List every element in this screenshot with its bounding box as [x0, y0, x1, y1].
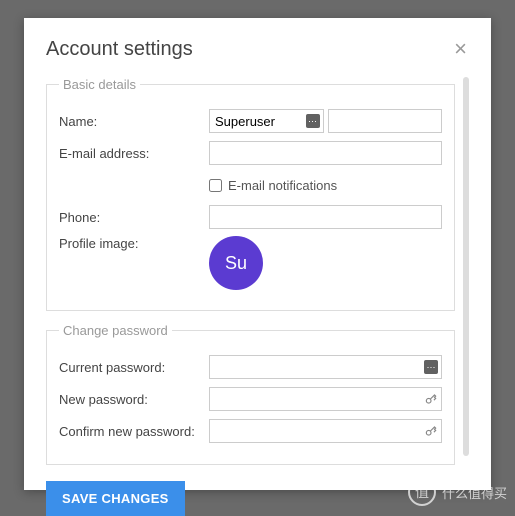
confirm-password-input[interactable]: [209, 419, 442, 443]
watermark-text: 什么值得买: [442, 483, 507, 502]
phone-label: Phone:: [59, 210, 209, 225]
profile-image-label: Profile image:: [59, 236, 209, 251]
new-password-input[interactable]: [209, 387, 442, 411]
email-input[interactable]: [209, 141, 442, 165]
current-password-row: Current password: ⋯: [59, 354, 442, 380]
notifications-row: E-mail notifications: [59, 172, 442, 198]
email-row: E-mail address:: [59, 140, 442, 166]
change-password-legend: Change password: [59, 323, 172, 338]
modal-body: Basic details Name: ⋯ E-mail address:: [46, 77, 469, 516]
scrollbar[interactable]: [463, 77, 469, 456]
phone-input[interactable]: [209, 205, 442, 229]
watermark-badge: 值: [408, 478, 436, 506]
new-password-label: New password:: [59, 392, 209, 407]
name-label: Name:: [59, 114, 209, 129]
email-notifications-label: E-mail notifications: [228, 178, 337, 193]
confirm-password-label: Confirm new password:: [59, 424, 209, 439]
current-password-input[interactable]: [209, 355, 442, 379]
confirm-password-row: Confirm new password:: [59, 418, 442, 444]
autofill-icon: ⋯: [306, 114, 320, 128]
new-password-row: New password:: [59, 386, 442, 412]
watermark: 值 什么值得买: [408, 478, 507, 506]
phone-row: Phone:: [59, 204, 442, 230]
key-icon: [424, 424, 438, 438]
close-icon[interactable]: ×: [452, 38, 469, 60]
modal-header: Account settings ×: [46, 38, 469, 61]
email-notifications-checkbox[interactable]: [209, 179, 222, 192]
key-icon: [424, 392, 438, 406]
profile-image-row: Profile image: Su: [59, 236, 442, 290]
last-name-input[interactable]: [328, 109, 443, 133]
autofill-icon: ⋯: [424, 360, 438, 374]
current-password-label: Current password:: [59, 360, 209, 375]
basic-details-fieldset: Basic details Name: ⋯ E-mail address:: [46, 77, 455, 311]
email-label: E-mail address:: [59, 146, 209, 161]
save-changes-button[interactable]: SAVE CHANGES: [46, 481, 185, 516]
change-password-fieldset: Change password Current password: ⋯ New …: [46, 323, 455, 465]
basic-details-legend: Basic details: [59, 77, 140, 92]
name-row: Name: ⋯: [59, 108, 442, 134]
avatar[interactable]: Su: [209, 236, 263, 290]
account-settings-modal: Account settings × Basic details Name: ⋯: [24, 18, 491, 490]
modal-title: Account settings: [46, 38, 193, 61]
